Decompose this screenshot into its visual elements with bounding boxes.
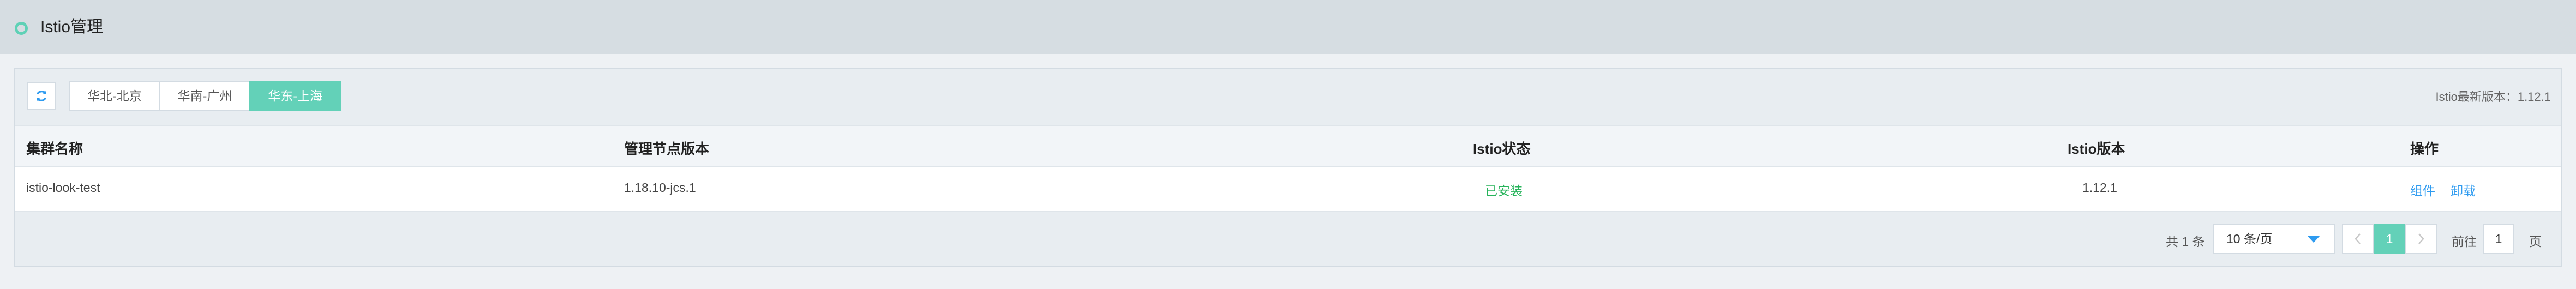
pagination: 1 bbox=[2342, 224, 2437, 254]
tab-region-shanghai[interactable]: 华东-上海 bbox=[249, 81, 342, 111]
refresh-icon bbox=[36, 91, 47, 101]
column-header-cluster: 集群名称 bbox=[26, 141, 83, 157]
region-tabs: 华北-北京 华南-广州 华东-上海 bbox=[69, 81, 342, 111]
page-size-select[interactable]: 10 条/页 bbox=[2213, 224, 2335, 254]
page-title: Istio管理 bbox=[40, 18, 104, 36]
page-number-button[interactable]: 1 bbox=[2374, 224, 2405, 254]
caret-down-icon bbox=[2307, 236, 2320, 243]
goto-label: 前往 bbox=[2452, 234, 2477, 249]
column-header-istio-version: Istio版本 bbox=[2068, 141, 2125, 157]
page-size-value: 10 条/页 bbox=[2226, 232, 2273, 246]
next-page-button[interactable] bbox=[2405, 224, 2437, 254]
chevron-left-icon bbox=[2355, 233, 2361, 244]
tab-region-guangzhou[interactable]: 华南-广州 bbox=[159, 81, 251, 111]
latest-version-text: Istio最新版本：1.12.1 bbox=[2435, 90, 2551, 104]
uninstall-link[interactable]: 卸载 bbox=[2451, 180, 2476, 199]
refresh-button[interactable] bbox=[27, 82, 56, 110]
components-link[interactable]: 组件 bbox=[2410, 180, 2435, 199]
goto-page-input[interactable] bbox=[2483, 224, 2514, 254]
header-bar: Istio管理 bbox=[0, 0, 2576, 54]
prev-page-button[interactable] bbox=[2342, 224, 2374, 254]
total-count: 共 1 条 bbox=[2166, 234, 2205, 249]
status-badge: 已安装 bbox=[1485, 184, 1523, 198]
column-header-istio-status: Istio状态 bbox=[1473, 141, 1531, 157]
cell-node-version: 1.18.10-jcs.1 bbox=[624, 180, 696, 195]
cell-cluster-name: istio-look-test bbox=[26, 180, 100, 195]
tab-region-beijing[interactable]: 华北-北京 bbox=[69, 81, 160, 111]
table-header: 集群名称 管理节点版本 Istio状态 Istio版本 操作 bbox=[15, 125, 2561, 167]
chevron-right-icon bbox=[2418, 233, 2424, 244]
column-header-actions: 操作 bbox=[2410, 141, 2439, 157]
column-header-node-version: 管理节点版本 bbox=[624, 141, 710, 157]
page-suffix: 页 bbox=[2529, 234, 2542, 249]
table-row: istio-look-test 1.18.10-jcs.1 已安装 1.12.1… bbox=[15, 167, 2561, 212]
title-circle-icon bbox=[15, 22, 28, 35]
cell-istio-version: 1.12.1 bbox=[2082, 180, 2117, 195]
